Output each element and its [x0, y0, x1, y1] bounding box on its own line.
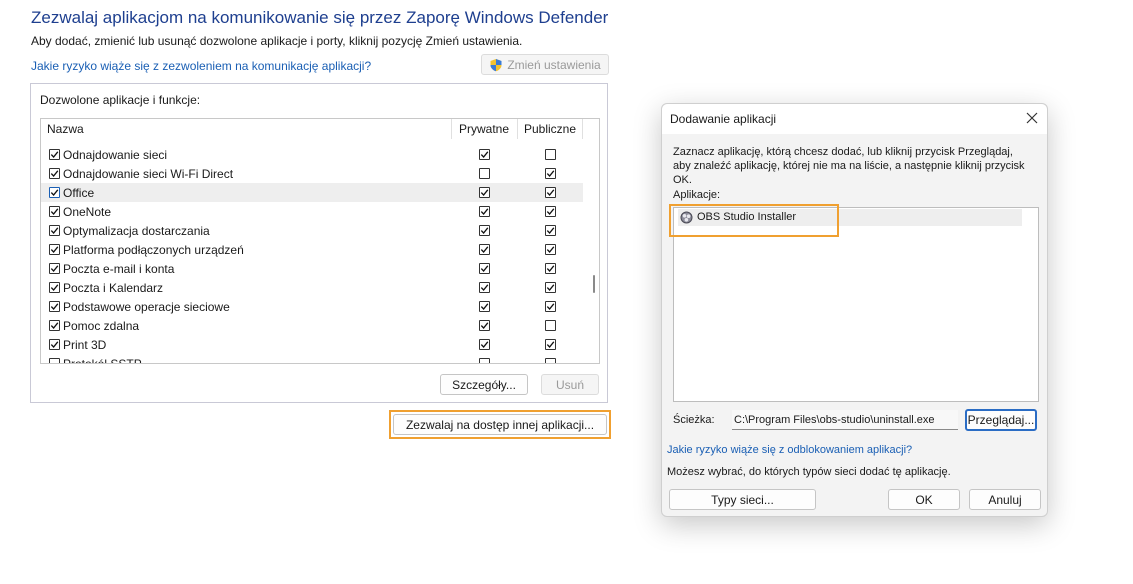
enable-checkbox[interactable] [49, 339, 60, 350]
unblock-risk-link[interactable]: Jakie ryzyko wiąże się z odblokowaniem a… [667, 444, 912, 456]
private-checkbox[interactable] [479, 358, 490, 363]
network-types-button[interactable]: Typy sieci... [669, 489, 816, 510]
change-settings-button[interactable]: Zmień ustawienia [481, 54, 609, 75]
private-checkbox[interactable] [479, 187, 490, 198]
row-name: Odnajdowanie sieci [63, 148, 168, 162]
row-name: Print 3D [63, 338, 107, 352]
allowed-apps-list[interactable]: Nazwa Prywatne Publiczne Odnajdowanie si… [40, 118, 600, 364]
ok-button[interactable]: OK [888, 489, 960, 510]
private-checkbox[interactable] [479, 301, 490, 312]
table-row[interactable]: Pomoc zdalna [41, 316, 583, 335]
table-row[interactable]: Platforma podłączonych urządzeń [41, 240, 583, 259]
enable-checkbox[interactable] [49, 149, 60, 160]
row-name: OneNote [63, 205, 112, 219]
page-subtitle: Aby dodać, zmienić lub usunąć dozwolone … [31, 34, 523, 48]
column-header-name[interactable]: Nazwa [47, 122, 84, 136]
public-checkbox[interactable] [545, 187, 556, 198]
private-checkbox[interactable] [479, 282, 490, 293]
scroll-thumb[interactable] [593, 275, 595, 293]
enable-checkbox[interactable] [49, 263, 60, 274]
table-row[interactable]: Protokół SSTP [41, 354, 583, 364]
remove-button[interactable]: Usuń [541, 374, 599, 395]
row-name: Platforma podłączonych urządzeń [63, 243, 244, 257]
row-name: Office [63, 186, 95, 200]
enable-checkbox[interactable] [49, 320, 60, 331]
public-checkbox[interactable] [545, 263, 556, 274]
public-checkbox[interactable] [545, 358, 556, 363]
table-row[interactable]: Poczta i Kalendarz [41, 278, 583, 297]
public-checkbox[interactable] [545, 244, 556, 255]
network-types-note: Możesz wybrać, do których typów sieci do… [667, 466, 951, 478]
dialog-description: Zaznacz aplikację, którą chcesz dodać, l… [673, 146, 1025, 186]
table-row[interactable]: OneNote [41, 202, 583, 221]
dialog-titlebar: Dodawanie aplikacji [662, 104, 1047, 134]
enable-checkbox[interactable] [49, 206, 60, 217]
table-row[interactable]: Office [41, 183, 583, 202]
enable-checkbox[interactable] [49, 187, 60, 198]
cancel-button[interactable]: Anuluj [969, 489, 1041, 510]
enable-checkbox[interactable] [49, 282, 60, 293]
enable-checkbox[interactable] [49, 301, 60, 312]
risk-info-link[interactable]: Jakie ryzyko wiąże się z zezwoleniem na … [31, 59, 371, 73]
list-scrollbar[interactable] [591, 139, 599, 363]
public-checkbox[interactable] [545, 339, 556, 350]
row-name: Poczta i Kalendarz [63, 281, 164, 295]
table-row[interactable]: Optymalizacja dostarczania [41, 221, 583, 240]
allowed-apps-label: Dozwolone aplikacje i funkcje: [40, 93, 201, 107]
list-header: Nazwa Prywatne Publiczne [41, 119, 599, 139]
change-settings-label: Zmień ustawienia [507, 57, 601, 72]
close-icon[interactable] [1025, 111, 1039, 125]
row-name: Pomoc zdalna [63, 319, 140, 333]
add-app-dialog: Dodawanie aplikacji Zaznacz aplikację, k… [661, 103, 1048, 517]
highlight-allow-another-app [389, 410, 611, 439]
column-header-private[interactable]: Prywatne [459, 122, 509, 136]
public-checkbox[interactable] [545, 149, 556, 160]
apps-label: Aplikacje: [673, 189, 721, 201]
path-input[interactable] [732, 410, 958, 430]
column-header-public[interactable]: Publiczne [524, 122, 576, 136]
enable-checkbox[interactable] [49, 358, 60, 363]
row-name: Odnajdowanie sieci Wi-Fi Direct [63, 167, 234, 181]
private-checkbox[interactable] [479, 149, 490, 160]
private-checkbox[interactable] [479, 339, 490, 350]
uac-shield-icon [490, 58, 502, 71]
private-checkbox[interactable] [479, 168, 490, 179]
public-checkbox[interactable] [545, 225, 556, 236]
row-name: Poczta e-mail i konta [63, 262, 175, 276]
row-name: Protokół SSTP [63, 357, 142, 364]
private-checkbox[interactable] [479, 225, 490, 236]
table-row[interactable]: Poczta e-mail i konta [41, 259, 583, 278]
table-row[interactable]: Odnajdowanie sieci Wi-Fi Direct [41, 164, 583, 183]
table-row[interactable]: Print 3D [41, 335, 583, 354]
allowed-apps-group: Dozwolone aplikacje i funkcje: Nazwa Pry… [30, 83, 608, 403]
enable-checkbox[interactable] [49, 244, 60, 255]
table-row[interactable]: Podstawowe operacje sieciowe [41, 297, 583, 316]
public-checkbox[interactable] [545, 168, 556, 179]
page-title: Zezwalaj aplikacjom na komunikowanie się… [31, 8, 609, 27]
public-checkbox[interactable] [545, 301, 556, 312]
enable-checkbox[interactable] [49, 168, 60, 179]
highlight-obs-installer [669, 204, 839, 237]
enable-checkbox[interactable] [49, 225, 60, 236]
private-checkbox[interactable] [479, 244, 490, 255]
public-checkbox[interactable] [545, 206, 556, 217]
dialog-title: Dodawanie aplikacji [670, 112, 777, 126]
details-button[interactable]: Szczegóły... [440, 374, 528, 395]
private-checkbox[interactable] [479, 206, 490, 217]
public-checkbox[interactable] [545, 282, 556, 293]
path-label: Ścieżka: [673, 414, 715, 426]
table-row[interactable]: Odnajdowanie sieci [41, 145, 583, 164]
public-checkbox[interactable] [545, 320, 556, 331]
row-name: Podstawowe operacje sieciowe [63, 300, 230, 314]
private-checkbox[interactable] [479, 320, 490, 331]
row-name: Optymalizacja dostarczania [63, 224, 210, 238]
browse-button[interactable]: Przeglądaj... [965, 409, 1037, 431]
private-checkbox[interactable] [479, 263, 490, 274]
